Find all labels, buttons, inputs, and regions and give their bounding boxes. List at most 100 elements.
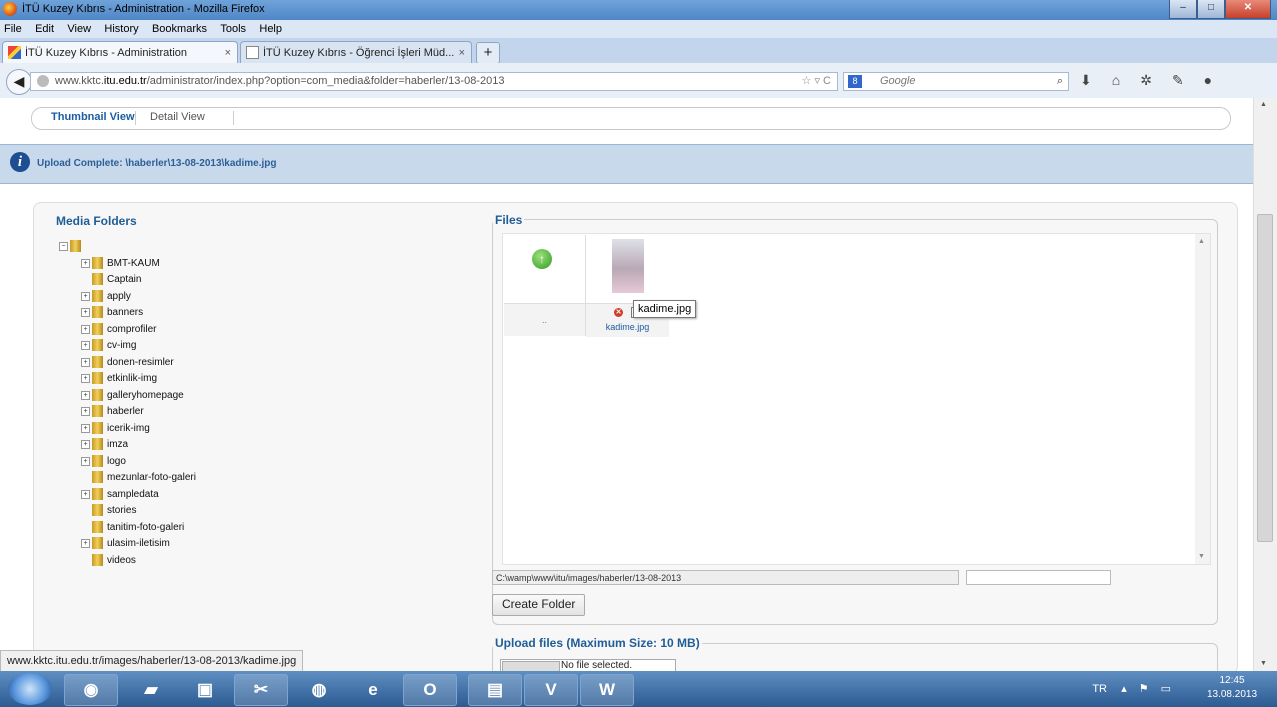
expand-icon[interactable]: + [81,341,90,350]
search-icon[interactable]: ⌕ [1057,73,1063,90]
addon-icon[interactable]: ✲ [1140,72,1152,89]
expand-icon[interactable]: + [81,291,90,301]
folder-label[interactable]: banners [107,307,143,318]
google-icon[interactable]: 8 [848,75,862,88]
folder-label[interactable]: galleryhomepage [107,390,184,401]
firefox-icon [3,2,17,16]
new-tab-button[interactable]: + [476,42,500,64]
visio-taskbar-icon[interactable]: V [524,674,578,706]
file-manager-taskbar-icon[interactable]: ▤ [468,674,522,706]
menu-tools[interactable]: Tools [220,20,246,38]
folder-label[interactable]: Captain [107,274,141,285]
expand-icon[interactable]: + [81,258,90,268]
scroll-down-icon[interactable]: ▼ [1198,553,1205,560]
image-thumbnail[interactable] [612,239,644,293]
folder-label[interactable]: cv-img [107,340,136,351]
scrollbar-thumb[interactable] [1257,214,1273,542]
menu-view[interactable]: View [67,20,91,38]
parent-folder-label: .. [504,303,585,336]
folder-label[interactable]: videos [107,555,136,566]
back-button[interactable]: ◀ [6,69,32,95]
folder-icon [92,273,103,285]
expand-icon[interactable]: + [81,539,90,548]
snipping-tool-taskbar-icon[interactable]: ✂ [234,674,288,706]
tab-close-icon[interactable]: × [225,42,231,64]
menu-help[interactable]: Help [259,20,282,38]
expand-icon[interactable]: + [81,456,90,466]
tab-administration[interactable]: İTÜ Kuzey Kıbrıs - Administration × [2,41,238,63]
shield-icon[interactable]: ● [1204,72,1212,89]
url-actions[interactable]: ☆ ▿ C [802,73,831,90]
expand-icon[interactable]: + [81,324,90,334]
detail-view-tab[interactable]: Detail View [150,111,205,123]
home-icon[interactable]: ⌂ [1112,72,1120,89]
expand-icon[interactable]: + [81,440,90,449]
create-folder-button[interactable]: Create Folder [492,594,586,616]
expand-icon[interactable]: + [81,390,90,400]
file-browser-scrollbar[interactable]: ▲ ▼ [1195,234,1210,564]
folder-label[interactable]: mezunlar-foto-galeri [107,472,196,483]
explorer-taskbar-icon[interactable]: ▰ [124,674,178,706]
word-taskbar-icon[interactable]: W [580,674,634,706]
expand-icon[interactable]: + [81,423,90,433]
url-bar[interactable]: www.kktc.itu.edu.tr/administrator/index.… [30,72,838,91]
folder-label[interactable]: BMT-KAUM [107,258,160,269]
expand-icon[interactable]: + [81,308,90,317]
file-name[interactable]: kadime.jpg [586,322,669,332]
start-button[interactable] [8,673,52,705]
scroll-down-icon[interactable]: ▼ [1260,660,1267,667]
folder-label[interactable]: stories [107,505,136,516]
menu-bookmarks[interactable]: Bookmarks [152,20,207,38]
clock[interactable]: 12:45 13.08.2013 [1197,674,1267,702]
tab-ogrenci-isleri[interactable]: İTÜ Kuzey Kıbrıs - Öğrenci İşleri Müd...… [240,41,472,63]
media-player-taskbar-icon[interactable]: ▣ [178,674,232,706]
delete-icon[interactable]: ✕ [614,308,623,317]
minimize-button[interactable]: – [1169,0,1197,19]
menu-history[interactable]: History [104,20,138,38]
folder-label[interactable]: tanitim-foto-galeri [107,522,184,533]
folder-label[interactable]: donen-resimler [107,357,174,368]
tools-icon[interactable]: ✎ [1172,72,1184,89]
folder-label[interactable]: apply [107,291,131,302]
folder-label[interactable]: logo [107,456,126,467]
menu-edit[interactable]: Edit [35,20,54,38]
page-content: Thumbnail View Detail View i Upload Comp… [0,98,1253,671]
menu-file[interactable]: File [4,20,22,38]
language-indicator[interactable]: TR [1092,683,1107,695]
folder-path-field[interactable]: C:\wamp\www\itu/images/haberler/13-08-20… [492,570,959,585]
folder-up-icon[interactable]: ↑ [532,249,552,269]
maximize-button[interactable]: □ [1197,0,1225,19]
collapse-icon[interactable]: − [59,242,68,251]
close-button[interactable]: ✕ [1225,0,1271,19]
new-folder-input[interactable] [966,570,1111,585]
expand-icon[interactable]: + [81,357,90,367]
folder-label[interactable]: imza [107,439,128,450]
internet-explorer-taskbar-icon[interactable]: e [346,674,400,706]
thumbnail-view-tab[interactable]: Thumbnail View [51,111,135,123]
page-scrollbar[interactable]: ▲ ▼ [1253,98,1277,671]
parent-folder-tile[interactable]: ↑ .. [504,235,586,336]
folder-label[interactable]: haberler [107,406,144,417]
chrome-taskbar-icon[interactable]: ◍ [292,674,346,706]
folder-label[interactable]: etkinlik-img [107,373,157,384]
scroll-up-icon[interactable]: ▲ [1260,101,1267,108]
expand-icon[interactable]: + [81,489,90,499]
file-upload-input[interactable]: No file selected. [500,659,676,671]
folder-label[interactable]: icerik-img [107,423,150,434]
folder-label[interactable]: comprofiler [107,324,156,335]
expand-icon[interactable]: + [81,407,90,416]
download-icon[interactable]: ⬇ [1080,72,1092,89]
browse-button[interactable] [502,661,560,671]
outlook-taskbar-icon[interactable]: O [403,674,457,706]
tab-close-icon[interactable]: × [459,42,465,64]
firefox-taskbar-icon[interactable]: ◉ [64,674,118,706]
folder-icon [92,355,103,368]
folder-label[interactable]: sampledata [107,489,159,500]
divider [233,111,234,125]
scroll-up-icon[interactable]: ▲ [1198,238,1205,245]
image-tile[interactable]: ✕ ✓ kadime.jpg [586,235,669,337]
folder-label[interactable]: ulasim-iletisim [107,538,170,549]
search-box[interactable]: 8 Google ⌕ [843,72,1069,91]
tray-icons[interactable]: ▴⚑▭ [1121,682,1183,695]
expand-icon[interactable]: + [81,374,90,383]
